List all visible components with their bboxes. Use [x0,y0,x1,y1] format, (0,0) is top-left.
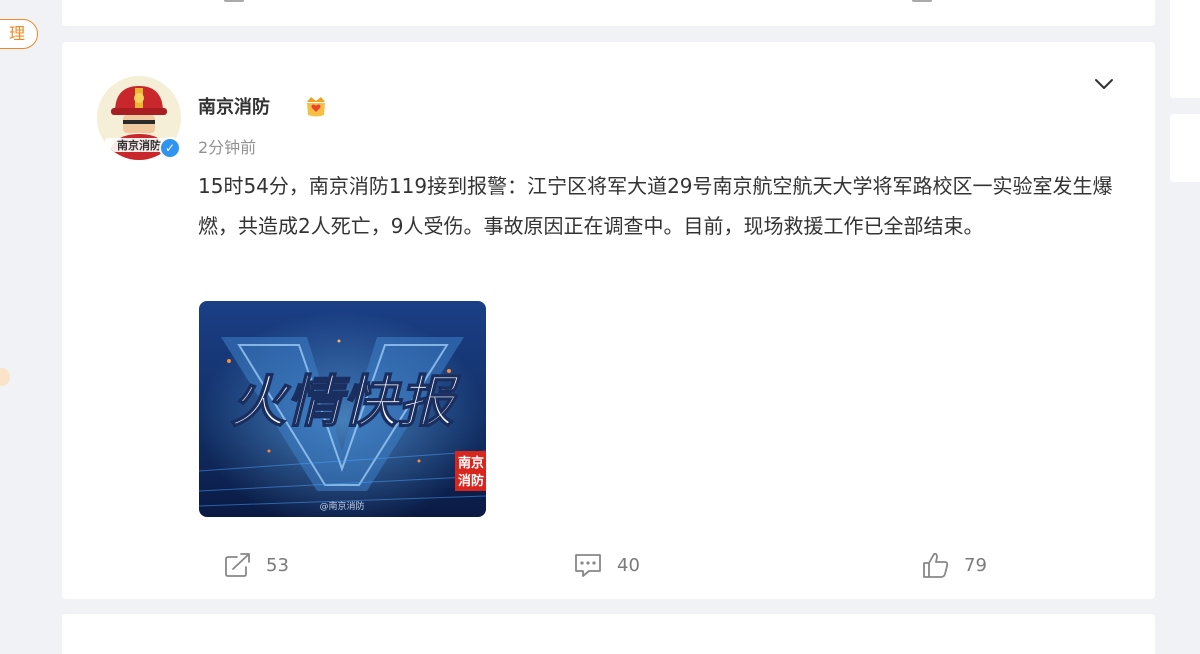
verified-badge-icon: ✓ [159,137,181,159]
image-headline: 火情快报 [230,370,461,435]
post-image[interactable]: 火情快报 南京 消防 @南京消防 [199,301,486,517]
chevron-down-icon[interactable] [1092,72,1116,96]
svg-text:南京消防: 南京消防 [117,138,161,152]
share-button[interactable]: 53 [224,550,289,580]
image-corner-label: 消防 [458,473,484,489]
like-count: 79 [964,554,987,576]
image-watermark: @南京消防 [319,500,364,512]
image-corner-label: 南京 [458,455,484,471]
comment-icon [575,554,601,577]
left-sidebar [0,0,46,644]
right-panel-fragment [1170,0,1200,98]
share-icon[interactable] [224,0,244,2]
post-text: 15时54分，南京消防119接到报警：江宁区将军大道29号南京航空航天大学将军路… [198,174,1113,238]
comment-count: 40 [617,554,640,576]
author-name[interactable]: 南京消防 [198,93,270,119]
fire-report-image: 火情快报 南京 消防 @南京消防 [199,301,486,517]
like-button[interactable]: 79 [922,550,987,580]
previous-post-card [62,0,1155,26]
comment-button[interactable]: 40 [573,550,640,580]
member-badge-icon[interactable] [304,94,328,118]
share-count: 53 [266,554,289,576]
share-icon [225,553,250,577]
post-card: 南京消防 ✓ 南京消防 2分钟前 15时54分，南京消防119接到报警：江宁区将… [62,42,1155,599]
sidebar-manage-button[interactable]: 理 [0,19,38,49]
like-icon [923,552,949,578]
right-panel-fragment [1170,114,1200,182]
post-timestamp[interactable]: 2分钟前 [198,134,256,158]
like-icon[interactable] [912,0,932,2]
next-post-card [62,614,1155,654]
